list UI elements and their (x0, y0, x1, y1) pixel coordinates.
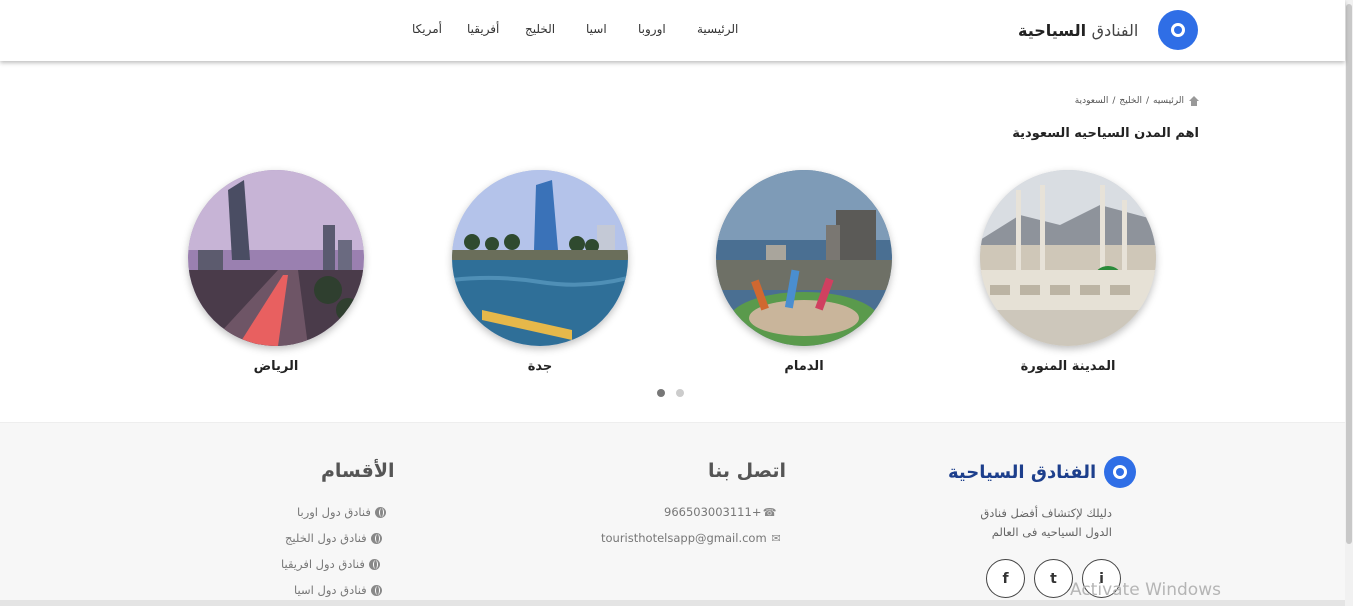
email-address: touristhotelsapp@gmail.com (601, 531, 767, 545)
contact-email[interactable]: ✉ touristhotelsapp@gmail.com (601, 531, 782, 545)
city-image[interactable] (188, 170, 364, 346)
city-card-madinah[interactable]: المدينة المنورة (980, 170, 1156, 374)
logo-text-bold: الفنادق (1091, 20, 1139, 40)
carousel-dot[interactable] (657, 389, 665, 397)
section-link[interactable]: فنادق دول اسيا (294, 583, 382, 597)
twitter-icon[interactable]: t (1034, 559, 1073, 598)
section-link-label: فنادق دول اوربا (297, 505, 371, 519)
section-link[interactable]: فنادق دول افريقيا (281, 557, 380, 571)
breadcrumb: الرئيسيه / الخليج / السعودية (1075, 96, 1199, 106)
breadcrumb-separator: / (1145, 96, 1149, 106)
page-scrollbar[interactable] (1345, 0, 1353, 606)
footer-brand: الفنادق السياحية (948, 461, 1097, 483)
footer-description-line: الدول السياحيه فى العالم (991, 525, 1112, 539)
city-name: الدمام (784, 359, 824, 374)
breadcrumb-gulf[interactable]: الخليج (1119, 96, 1142, 106)
city-name: جدة (527, 359, 553, 374)
top-navbar: الرئيسية اوروبا اسيا الخليج أفريقيا أمري… (0, 0, 1345, 61)
city-card-jeddah[interactable]: جدة (452, 170, 628, 374)
section-title: اهم المدن السياحيه السعودية (1012, 126, 1199, 141)
nav-europe[interactable]: اوروبا (638, 22, 666, 36)
globe-icon (370, 532, 382, 544)
breadcrumb-separator: / (1112, 96, 1116, 106)
logo-icon (1104, 456, 1137, 488)
footer-logo[interactable]: الفنادق السياحية (948, 456, 1137, 488)
facebook-icon[interactable]: f (986, 559, 1025, 598)
nav-africa[interactable]: أفريقيا (467, 22, 499, 36)
city-name: الرياض (253, 359, 299, 374)
city-card-riyadh[interactable]: الرياض (188, 170, 364, 374)
nav-america[interactable]: أمريكا (412, 22, 442, 36)
city-card-dammam[interactable]: الدمام (716, 170, 892, 374)
section-link[interactable]: فنادق دول اوربا (297, 505, 386, 519)
carousel-dot[interactable] (676, 389, 684, 397)
site-logo[interactable]: الفنادق السياحية (1018, 10, 1199, 50)
logo-icon (1158, 10, 1199, 50)
carousel-pagination (657, 389, 684, 397)
logo-text-light: السياحية (1018, 20, 1087, 40)
city-name: المدينة المنورة (1020, 359, 1116, 374)
breadcrumb-current: السعودية (1074, 96, 1109, 106)
sections-heading: الأقسام (321, 460, 395, 482)
section-link[interactable]: فنادق دول الخليج (285, 531, 382, 545)
nav-gulf[interactable]: الخليج (525, 22, 555, 36)
horizontal-scrollbar[interactable] (0, 600, 1345, 606)
globe-icon (370, 584, 382, 596)
footer-description-line: دليلك لإكتشاف أفضل فنادق (980, 506, 1112, 520)
logo-text: الفنادق السياحية (1018, 21, 1138, 40)
globe-icon (368, 558, 380, 570)
breadcrumb-home[interactable]: الرئيسيه (1153, 96, 1184, 106)
scrollbar-thumb[interactable] (1346, 4, 1352, 544)
footer: الفنادق السياحية دليلك لإكتشاف أفضل فناد… (0, 422, 1345, 606)
contact-phone[interactable]: ☎ +966503003111 (664, 505, 776, 519)
city-image[interactable] (716, 170, 892, 346)
city-image[interactable] (452, 170, 628, 346)
globe-icon (374, 506, 386, 518)
nav-home[interactable]: الرئيسية (697, 22, 738, 36)
phone-number: +966503003111 (664, 505, 762, 519)
contact-heading: اتصل بنا (708, 460, 786, 482)
envelope-icon: ✉ (771, 531, 781, 545)
city-image[interactable] (980, 170, 1156, 346)
section-link-label: فنادق دول الخليج (285, 531, 367, 545)
nav-asia[interactable]: اسيا (586, 22, 607, 36)
home-icon (1188, 96, 1199, 106)
section-link-label: فنادق دول افريقيا (281, 557, 365, 571)
phone-icon: ☎ (762, 505, 777, 519)
footer-description: دليلك لإكتشاف أفضل فنادق الدول السياحيه … (942, 504, 1112, 542)
section-link-label: فنادق دول اسيا (294, 583, 367, 597)
activate-windows-watermark: Activate Windows (1070, 580, 1221, 600)
